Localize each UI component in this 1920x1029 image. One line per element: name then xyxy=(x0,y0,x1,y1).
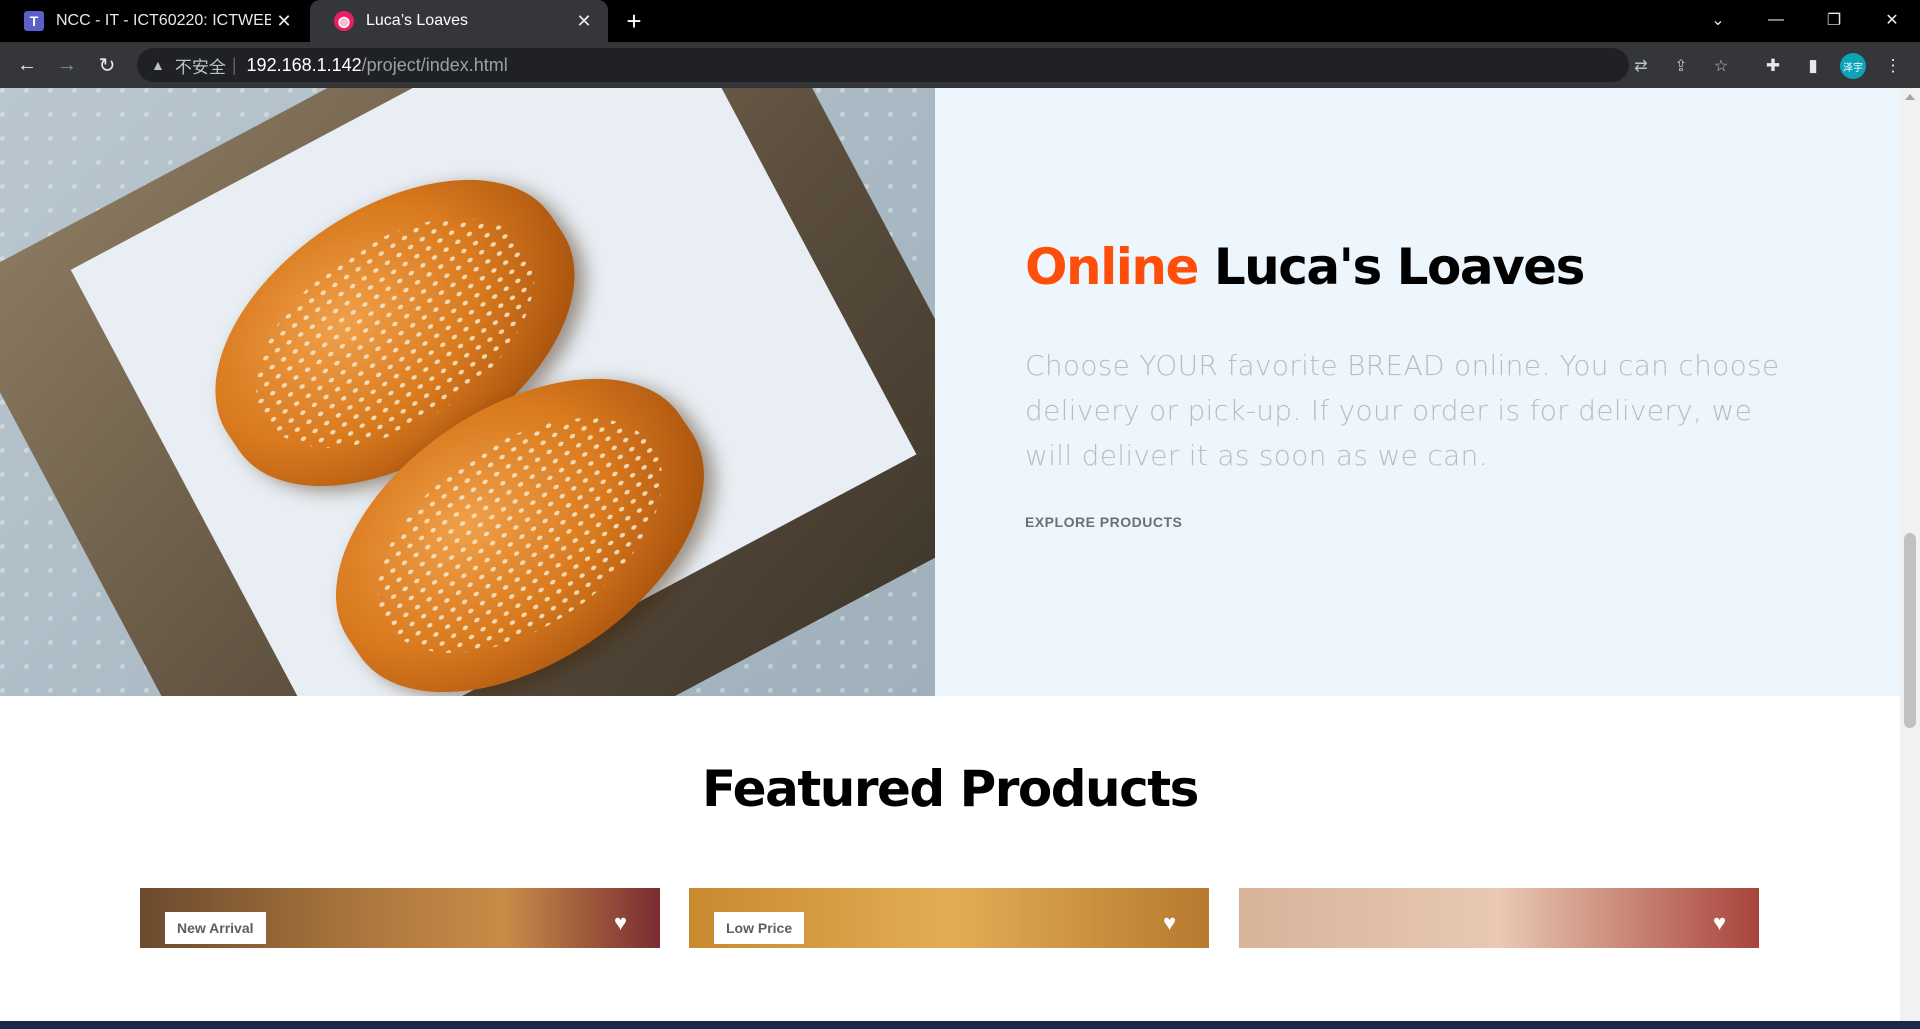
avatar[interactable]: 泽宇 xyxy=(1840,53,1866,79)
browser-toolbar: ← → ↻ ▲ 不安全 | 192.168.1.142/project/inde… xyxy=(0,42,1920,88)
minimize-icon[interactable]: — xyxy=(1748,0,1804,40)
security-label[interactable]: 不安全 xyxy=(175,53,226,78)
product-card[interactable]: Low Price ♥ xyxy=(689,888,1209,948)
hero-title-accent: Online xyxy=(1025,238,1199,296)
heart-icon[interactable]: ♥ xyxy=(614,912,636,934)
extensions-icon[interactable]: ✚ xyxy=(1762,55,1784,77)
address-bar[interactable]: ▲ 不安全 | 192.168.1.142/project/index.html… xyxy=(137,48,1728,82)
reload-icon[interactable]: ↻ xyxy=(92,50,122,80)
scroll-up-icon[interactable] xyxy=(1905,94,1915,100)
restore-icon[interactable]: ❐ xyxy=(1806,0,1862,40)
close-tab-icon[interactable]: ✕ xyxy=(274,11,294,31)
tab-lucas-loaves[interactable]: ◍ Luca’s Loaves ✕ xyxy=(310,0,608,42)
product-badge: New Arrival xyxy=(165,912,266,944)
new-tab-icon[interactable]: + xyxy=(620,8,648,36)
close-tab-icon[interactable]: ✕ xyxy=(574,11,594,31)
forward-icon[interactable]: → xyxy=(52,50,82,80)
hero-title-main: Luca's Loaves xyxy=(1213,238,1586,296)
tab-strip: T NCC - IT - ICT60220: ICTWEB5 ✕ ◍ Luca’… xyxy=(0,0,1920,42)
tab-title: NCC - IT - ICT60220: ICTWEB5 xyxy=(56,12,271,29)
hero-panel: Online Luca's Loaves Choose YOUR favorit… xyxy=(935,88,1900,696)
web-page: Online Luca's Loaves Choose YOUR favorit… xyxy=(0,88,1900,1021)
close-window-icon[interactable]: ✕ xyxy=(1864,0,1920,40)
featured-products-title: Featured Products xyxy=(702,760,1199,818)
side-panel-icon[interactable]: ▮ xyxy=(1802,55,1824,77)
product-card[interactable]: ♥ xyxy=(1239,888,1759,948)
heart-icon[interactable]: ♥ xyxy=(1163,912,1185,934)
taskbar-edge xyxy=(0,1021,1920,1029)
bookmark-star-icon[interactable]: ☆ xyxy=(1711,56,1731,76)
hero-description: Choose YOUR favorite BREAD online. You c… xyxy=(1025,349,1780,472)
menu-icon[interactable]: ⋮ xyxy=(1882,55,1904,77)
url-host[interactable]: 192.168.1.142 xyxy=(247,55,362,76)
tab-search-icon[interactable]: ⌄ xyxy=(1690,0,1746,40)
hero-title: Online Luca's Loaves xyxy=(1025,238,1586,296)
tab-title: Luca’s Loaves xyxy=(366,12,468,29)
heart-icon[interactable]: ♥ xyxy=(1713,912,1735,934)
tab-ncc[interactable]: T NCC - IT - ICT60220: ICTWEB5 ✕ xyxy=(0,0,308,42)
divider: | xyxy=(231,54,237,75)
warning-icon[interactable]: ▲ xyxy=(151,57,165,73)
hero-bread-image xyxy=(0,88,935,696)
explore-products-link[interactable]: EXPLORE PRODUCTS xyxy=(1025,514,1182,530)
bread-favicon-icon: ◍ xyxy=(334,11,354,31)
share-icon[interactable]: ⇪ xyxy=(1671,56,1691,76)
teams-favicon-icon: T xyxy=(24,11,44,31)
back-icon[interactable]: ← xyxy=(12,50,42,80)
product-card[interactable]: New Arrival ♥ xyxy=(140,888,660,948)
page-scrollbar[interactable] xyxy=(1900,88,1920,1021)
translate-icon[interactable]: ⇄ xyxy=(1631,56,1651,76)
product-badge: Low Price xyxy=(714,912,805,944)
url-path[interactable]: /project/index.html xyxy=(362,55,508,76)
scroll-thumb[interactable] xyxy=(1904,533,1916,728)
